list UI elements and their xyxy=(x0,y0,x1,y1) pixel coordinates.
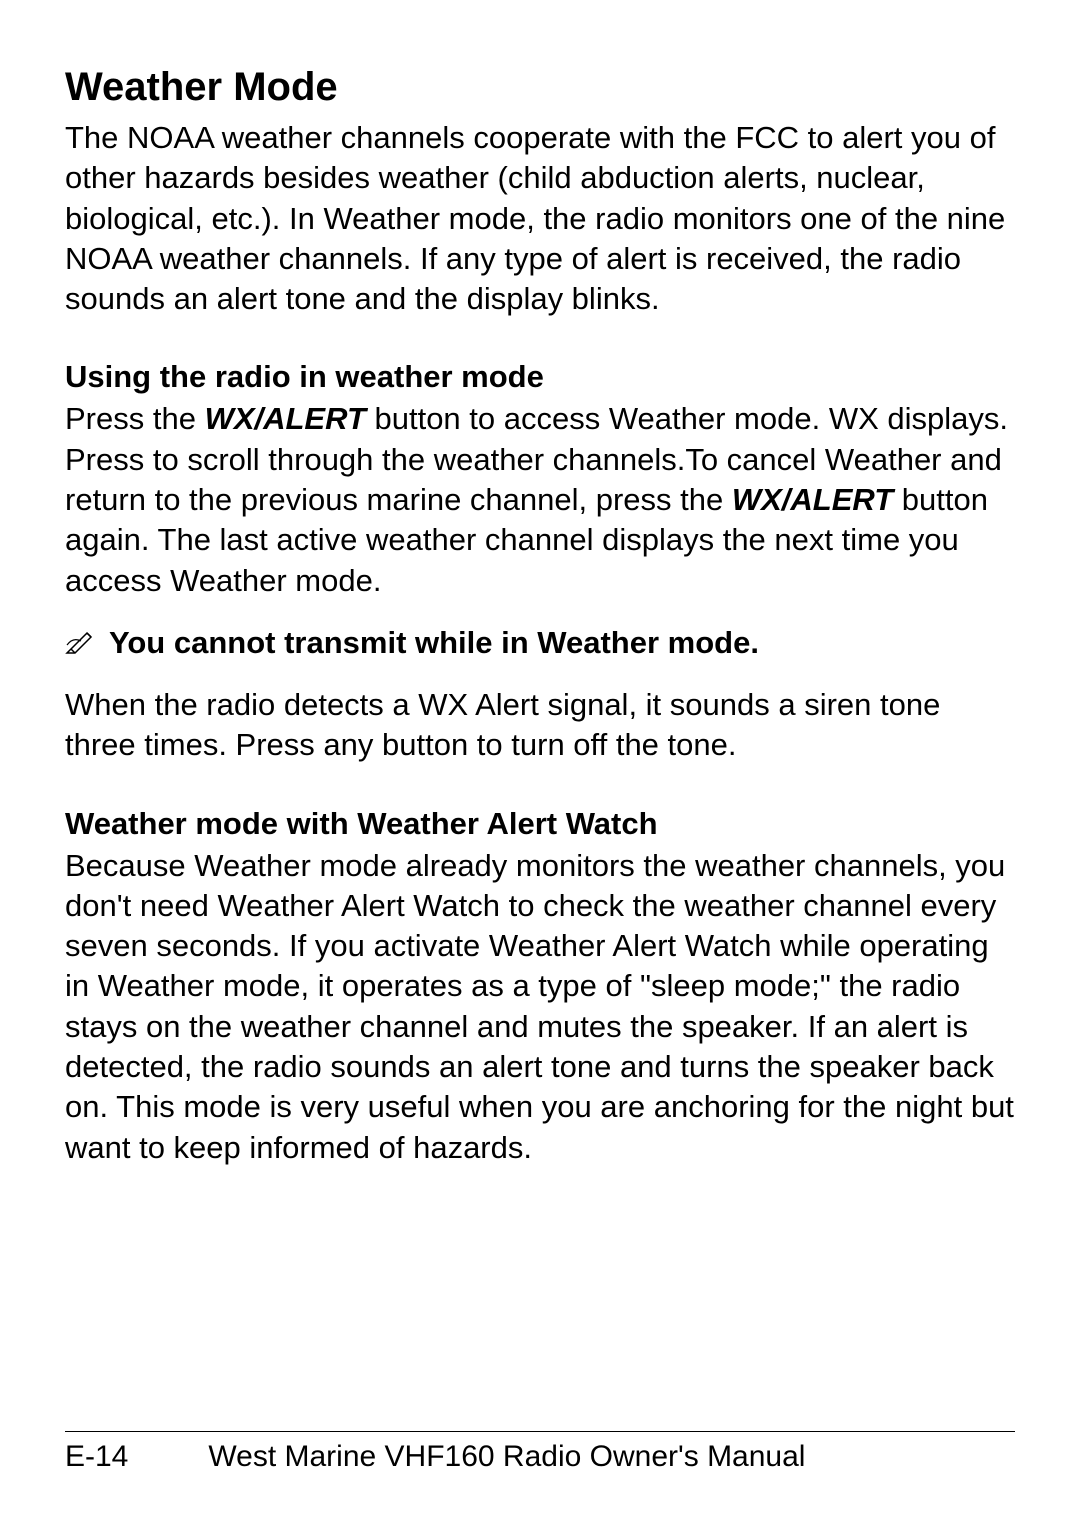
pencil-icon xyxy=(65,630,97,662)
page-footer: E-14 West Marine VHF160 Radio Owner's Ma… xyxy=(65,1431,1015,1474)
after-note-text: When the radio detects a WX Alert signal… xyxy=(65,685,1015,766)
section1-part1: Press the xyxy=(65,401,205,436)
section1-text: Press the WX/ALERT button to access Weat… xyxy=(65,399,1015,600)
section2-text: Because Weather mode already monitors th… xyxy=(65,846,1015,1168)
section2-heading: Weather mode with Weather Alert Watch xyxy=(65,806,1015,842)
manual-title: West Marine VHF160 Radio Owner's Manual xyxy=(208,1440,805,1474)
section1-bold1: WX/ALERT xyxy=(205,401,366,436)
note-text: You cannot transmit while in Weather mod… xyxy=(109,625,759,661)
section1-bold2: WX/ALERT xyxy=(732,482,893,517)
intro-paragraph: The NOAA weather channels cooperate with… xyxy=(65,118,1015,319)
note-line: You cannot transmit while in Weather mod… xyxy=(65,625,1015,661)
footer-divider xyxy=(65,1431,1015,1432)
page-number: E-14 xyxy=(65,1440,128,1474)
page-heading: Weather Mode xyxy=(65,65,1015,110)
section1-heading: Using the radio in weather mode xyxy=(65,359,1015,395)
